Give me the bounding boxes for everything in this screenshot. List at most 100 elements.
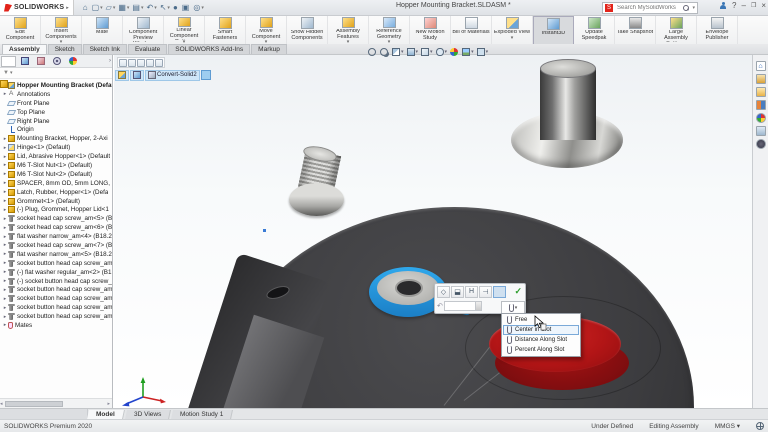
tree-item[interactable]: ▸ socket button head cap screw_am (0, 312, 112, 321)
tree-item[interactable]: ▸ socket button head cap screw_am (0, 294, 112, 303)
heads-up-button[interactable]: ▾ (462, 48, 474, 56)
tree-item[interactable]: ▸ flat washer narrow_am<4> (B18.2 (0, 232, 112, 241)
search-input[interactable] (615, 4, 681, 12)
tree-root-item[interactable]: Hopper Mounting Bracket (Default) (0, 81, 112, 90)
command-tab[interactable]: Assembly (2, 44, 47, 54)
ribbon-button[interactable]: Exploded View ▾ (492, 16, 533, 44)
document-tab[interactable]: Motion Study 1 (171, 410, 233, 419)
ribbon-button[interactable]: Take Snapshot (615, 16, 656, 44)
tab-property-manager[interactable] (17, 56, 32, 67)
tree-item[interactable]: ▸ SPACER, 8mm OD, 5mm LONG, M (0, 179, 112, 188)
more-tabs-arrow-icon[interactable]: › (109, 58, 111, 64)
washer-hole[interactable] (395, 279, 423, 297)
ribbon-button[interactable]: Update Speedpak (574, 16, 615, 44)
quick-access-button[interactable]: ◎ ▾ (192, 2, 205, 14)
ribbon-button[interactable]: Envelope Publisher (697, 16, 738, 44)
command-tab[interactable]: Sketch (48, 44, 82, 54)
tab-display-manager[interactable] (65, 56, 80, 67)
expand-arrow-icon[interactable]: ▸ (2, 225, 8, 231)
expand-arrow-icon[interactable]: ▸ (2, 287, 8, 293)
tree-item[interactable]: ▸ socket button head cap screw_am (0, 259, 112, 268)
tree-item[interactable]: Right Plane (0, 117, 112, 126)
breadcrumb-component[interactable] (130, 70, 144, 81)
heads-up-button[interactable] (380, 48, 389, 56)
tree-item[interactable]: ▸ Annotations (0, 90, 112, 99)
tree-item[interactable]: ▸ Mates (0, 321, 112, 330)
ribbon-button[interactable]: Show Hidden Components (287, 16, 328, 44)
symmetric-mate-icon[interactable] (146, 59, 154, 67)
solidworks-logo[interactable]: SOLIDWORKS ▸ (0, 0, 74, 15)
tree-item[interactable]: ▸ (-) flat washer regular_am<2> (B1 (0, 268, 112, 277)
ribbon-button[interactable]: Component Preview Window (123, 16, 164, 44)
command-tab[interactable]: Sketch Ink (83, 44, 127, 54)
concentric-mate-icon[interactable] (128, 59, 136, 67)
heads-up-button[interactable]: ▾ (436, 48, 448, 56)
quick-access-button[interactable]: ▣ (181, 2, 192, 14)
command-tab[interactable]: SOLIDWORKS Add-Ins (168, 44, 250, 54)
expand-arrow-icon[interactable]: ▸ (2, 296, 8, 302)
tree-item[interactable]: ▸ socket button head cap screw_am (0, 285, 112, 294)
ribbon-button[interactable]: New Motion Study (410, 16, 451, 44)
quick-access-button[interactable]: ⌂ (82, 2, 90, 14)
slot-mate-icon[interactable] (119, 59, 127, 67)
mate-value-spinner[interactable] (444, 301, 482, 311)
tree-item[interactable]: ▸ Grommet<1> (Default) (0, 197, 112, 206)
angle-mate-icon[interactable] (155, 59, 163, 67)
close-button[interactable]: × (761, 1, 766, 10)
tree-item[interactable]: Origin (0, 125, 112, 134)
menu-expand-arrow-icon[interactable]: ▸ (66, 5, 69, 11)
tree-filter[interactable]: ▼ ▾ (0, 68, 112, 79)
heads-up-button[interactable]: ▾ (477, 48, 489, 56)
heads-up-button[interactable]: ▾ (392, 48, 404, 56)
tree-item[interactable]: ▸ Lid, Abrasive Hopper<1> (Default (0, 152, 112, 161)
heads-up-button[interactable]: ▾ (407, 48, 419, 56)
status-units[interactable]: MMGS ▾ (715, 422, 740, 430)
tree-item[interactable]: ▸ socket head cap screw_am<7> (B (0, 241, 112, 250)
quick-access-button[interactable]: ▤ ▾ (131, 2, 144, 14)
ribbon-button[interactable]: Move Component ▾ (246, 16, 287, 44)
menu-item[interactable]: Distance Along Slot (503, 335, 579, 345)
tree-item[interactable]: Top Plane (0, 108, 112, 117)
search-icon[interactable] (683, 5, 689, 11)
forum-icon[interactable] (756, 139, 766, 149)
ribbon-button[interactable]: Large Assembly Settings (656, 16, 697, 44)
tree-item[interactable]: ▸ M6 T-Slot Nut<1> (Default) (0, 161, 112, 170)
scrollbar-thumb[interactable] (5, 401, 63, 407)
search-dropdown-arrow-icon[interactable]: ▾ (692, 5, 695, 11)
heads-up-button[interactable] (450, 48, 459, 56)
sketch-point[interactable] (263, 229, 266, 232)
ribbon-button[interactable]: Bill of Materials (451, 16, 492, 44)
quick-access-button[interactable]: ▢ ▾ (91, 2, 104, 14)
tree-item[interactable]: ▸ (-) socket button head cap screw_ (0, 277, 112, 286)
quick-access-button[interactable]: ▦ ▾ (117, 2, 130, 14)
expand-arrow-icon[interactable]: ▸ (2, 234, 8, 240)
toolbox-icon[interactable] (756, 100, 766, 110)
heads-up-button[interactable]: ▾ (421, 48, 433, 56)
tree-item[interactable]: ▸ (-) Plug, Grommet, Hopper Lid<1 (0, 205, 112, 214)
heads-up-button[interactable] (368, 48, 377, 56)
graphics-viewport[interactable]: Convert-Solid2 ◇ ⬓ H ⊣ ✓ ↶ (114, 55, 752, 408)
expand-arrow-icon[interactable]: ▸ (2, 314, 8, 320)
ribbon-button[interactable]: Reference Geometry ▾ (369, 16, 410, 44)
ribbon-button[interactable]: Smart Fasteners (205, 16, 246, 44)
expand-arrow-icon[interactable]: ▸ (2, 216, 8, 222)
lock-mate-icon[interactable]: ⬓ (451, 286, 464, 298)
breadcrumb-face-chip[interactable] (201, 70, 211, 80)
quick-access-button[interactable]: ↖ ▾ (159, 2, 171, 14)
command-tab[interactable]: Evaluate (128, 44, 167, 54)
expand-arrow-icon[interactable]: ▸ (2, 305, 8, 311)
flip-mate-icon[interactable]: ↶ (437, 302, 443, 310)
tree-item[interactable]: Front Plane (0, 99, 112, 108)
search-box[interactable]: S ▾ (602, 2, 698, 14)
login-icon[interactable] (719, 2, 727, 10)
chrome-bolt-top[interactable] (540, 59, 596, 78)
floating-screw-head[interactable] (289, 183, 344, 216)
tree-item[interactable]: ▸ Mounting Bracket, Hopper, 2-Axi (0, 134, 112, 143)
tab-configuration-manager[interactable] (33, 56, 48, 67)
ribbon-button[interactable]: Mate (82, 16, 123, 44)
ribbon-button[interactable]: Assembly Features ▾ (328, 16, 369, 44)
web-help-icon[interactable] (756, 422, 764, 430)
quick-access-button[interactable]: ● (172, 2, 180, 14)
symmetric-mate-icon[interactable]: ⊣ (479, 286, 492, 298)
document-tab[interactable]: 3D Views (125, 410, 171, 419)
